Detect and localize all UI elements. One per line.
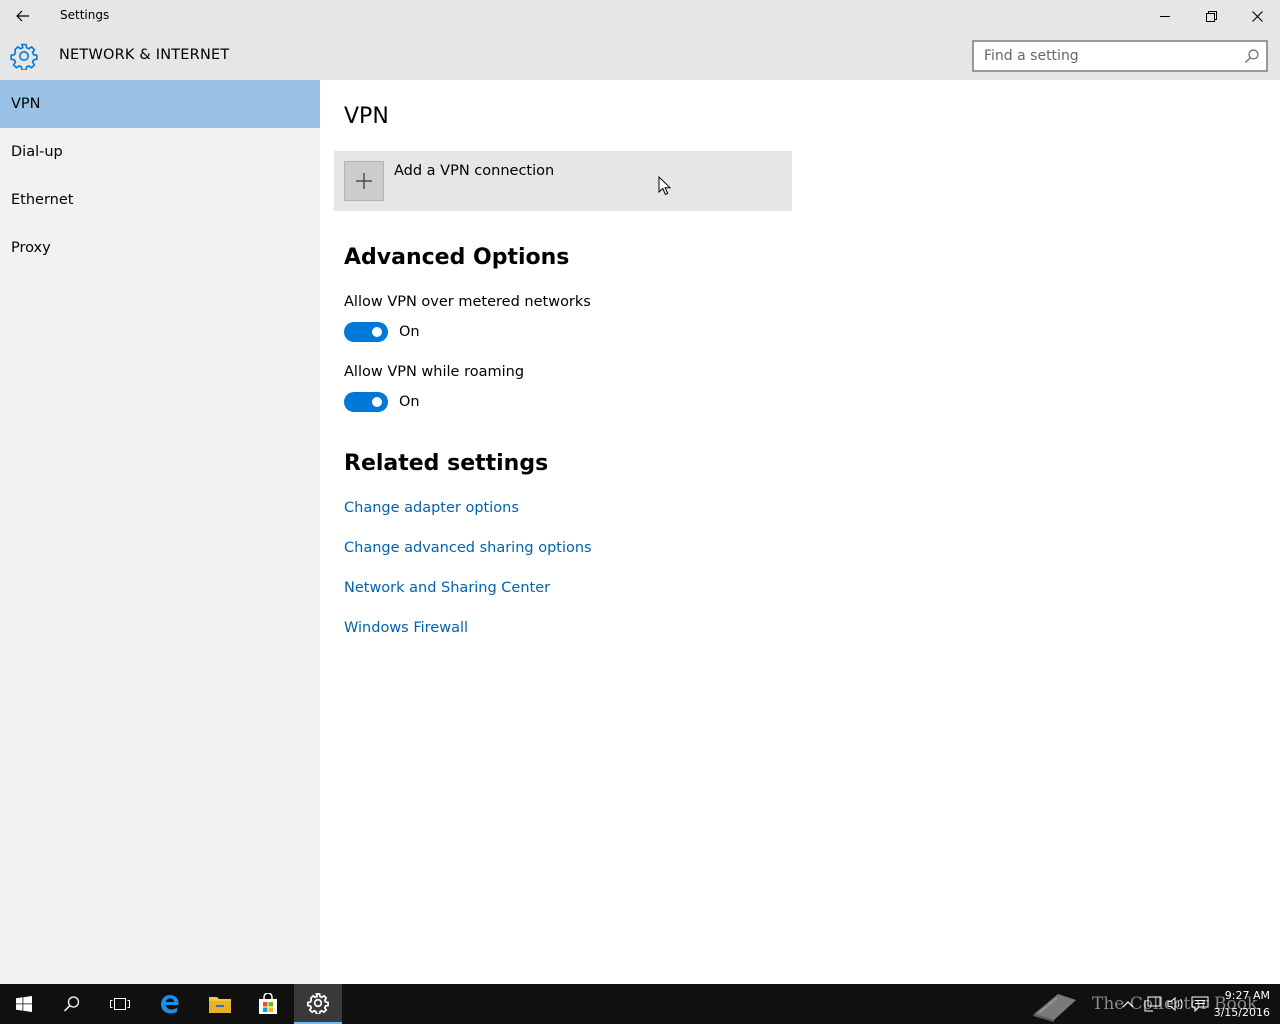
task-view-button[interactable]	[96, 984, 144, 1024]
search-input[interactable]	[974, 42, 1234, 70]
close-button[interactable]	[1234, 0, 1280, 32]
section-title: NETWORK & INTERNET	[59, 47, 230, 63]
arrow-left-icon	[16, 10, 29, 22]
gear-icon	[10, 43, 38, 70]
search-taskbar-button[interactable]	[48, 984, 96, 1024]
search-icon[interactable]	[1244, 48, 1260, 64]
file-explorer-taskbar-button[interactable]	[196, 984, 244, 1024]
settings-taskbar-button[interactable]	[294, 984, 342, 1024]
window-title: Settings	[60, 8, 110, 22]
sidebar-item-label: Proxy	[11, 240, 51, 256]
search-box[interactable]	[972, 40, 1268, 72]
sidebar-item-label: Dial-up	[11, 144, 63, 160]
plus-tile	[344, 161, 384, 201]
windows-logo-icon	[16, 996, 32, 1012]
network-sharing-center-link[interactable]: Network and Sharing Center	[344, 580, 550, 596]
notification-icon	[1191, 996, 1209, 1012]
action-center-button[interactable]	[1190, 994, 1210, 1014]
related-settings-heading: Related settings	[344, 451, 549, 476]
sidebar-item-ethernet[interactable]: Ethernet	[0, 176, 320, 224]
network-icon	[1144, 996, 1161, 1012]
sidebar-item-vpn[interactable]: VPN	[0, 80, 320, 128]
page-title: VPN	[344, 104, 389, 129]
toggle-knob	[372, 397, 382, 407]
plus-icon	[356, 173, 372, 189]
title-bar: Settings	[0, 0, 1280, 32]
back-button[interactable]	[0, 0, 46, 32]
change-adapter-options-link[interactable]: Change adapter options	[344, 500, 519, 516]
main-content: VPN Add a VPN connection Advanced Option…	[320, 80, 1280, 984]
gear-icon	[307, 993, 329, 1014]
close-icon	[1251, 10, 1263, 22]
settings-header: NETWORK & INTERNET	[0, 32, 1280, 80]
minimize-icon	[1160, 16, 1170, 17]
toggle-knob	[372, 327, 382, 337]
system-clock[interactable]: 9:27 AM 3/15/2016	[1210, 987, 1270, 1021]
sidebar-item-label: VPN	[11, 96, 41, 112]
search-icon	[63, 996, 80, 1012]
minimize-button[interactable]	[1142, 0, 1188, 32]
sidebar: VPN Dial-up Ethernet Proxy	[0, 80, 320, 984]
mouse-cursor-icon	[658, 176, 672, 196]
edge-browser-icon	[161, 995, 179, 1014]
windows-firewall-link[interactable]: Windows Firewall	[344, 620, 468, 636]
roaming-toggle-state: On	[399, 394, 420, 410]
metered-toggle-state: On	[399, 324, 420, 340]
add-vpn-label: Add a VPN connection	[394, 163, 555, 179]
change-advanced-sharing-link[interactable]: Change advanced sharing options	[344, 540, 592, 556]
roaming-option-label: Allow VPN while roaming	[344, 364, 525, 380]
add-vpn-button[interactable]: Add a VPN connection	[334, 151, 792, 211]
chevron-up-icon	[1122, 1001, 1134, 1008]
show-hidden-icons-button[interactable]	[1118, 994, 1138, 1014]
restore-button[interactable]	[1188, 0, 1234, 32]
book-logo-icon	[1033, 994, 1076, 1022]
volume-tray-button[interactable]	[1166, 994, 1186, 1014]
store-icon	[259, 993, 277, 1014]
edge-taskbar-button[interactable]	[146, 984, 194, 1024]
store-taskbar-button[interactable]	[244, 984, 292, 1024]
speaker-icon	[1167, 996, 1183, 1012]
metered-option-label: Allow VPN over metered networks	[344, 294, 591, 310]
task-view-icon	[110, 998, 130, 1010]
clock-time: 9:27 AM	[1224, 989, 1270, 1002]
advanced-options-heading: Advanced Options	[344, 245, 570, 270]
restore-icon	[1205, 10, 1217, 22]
network-tray-button[interactable]	[1142, 994, 1162, 1014]
roaming-toggle[interactable]	[344, 392, 388, 412]
sidebar-item-label: Ethernet	[11, 192, 74, 208]
clock-date: 3/15/2016	[1213, 1006, 1270, 1019]
folder-icon	[209, 997, 231, 1013]
start-button[interactable]	[0, 984, 48, 1024]
taskbar: The Collector Book 9:27 AM 3/15/2016	[0, 984, 1280, 1024]
sidebar-item-proxy[interactable]: Proxy	[0, 224, 320, 272]
sidebar-item-dial-up[interactable]: Dial-up	[0, 128, 320, 176]
metered-toggle[interactable]	[344, 322, 388, 342]
